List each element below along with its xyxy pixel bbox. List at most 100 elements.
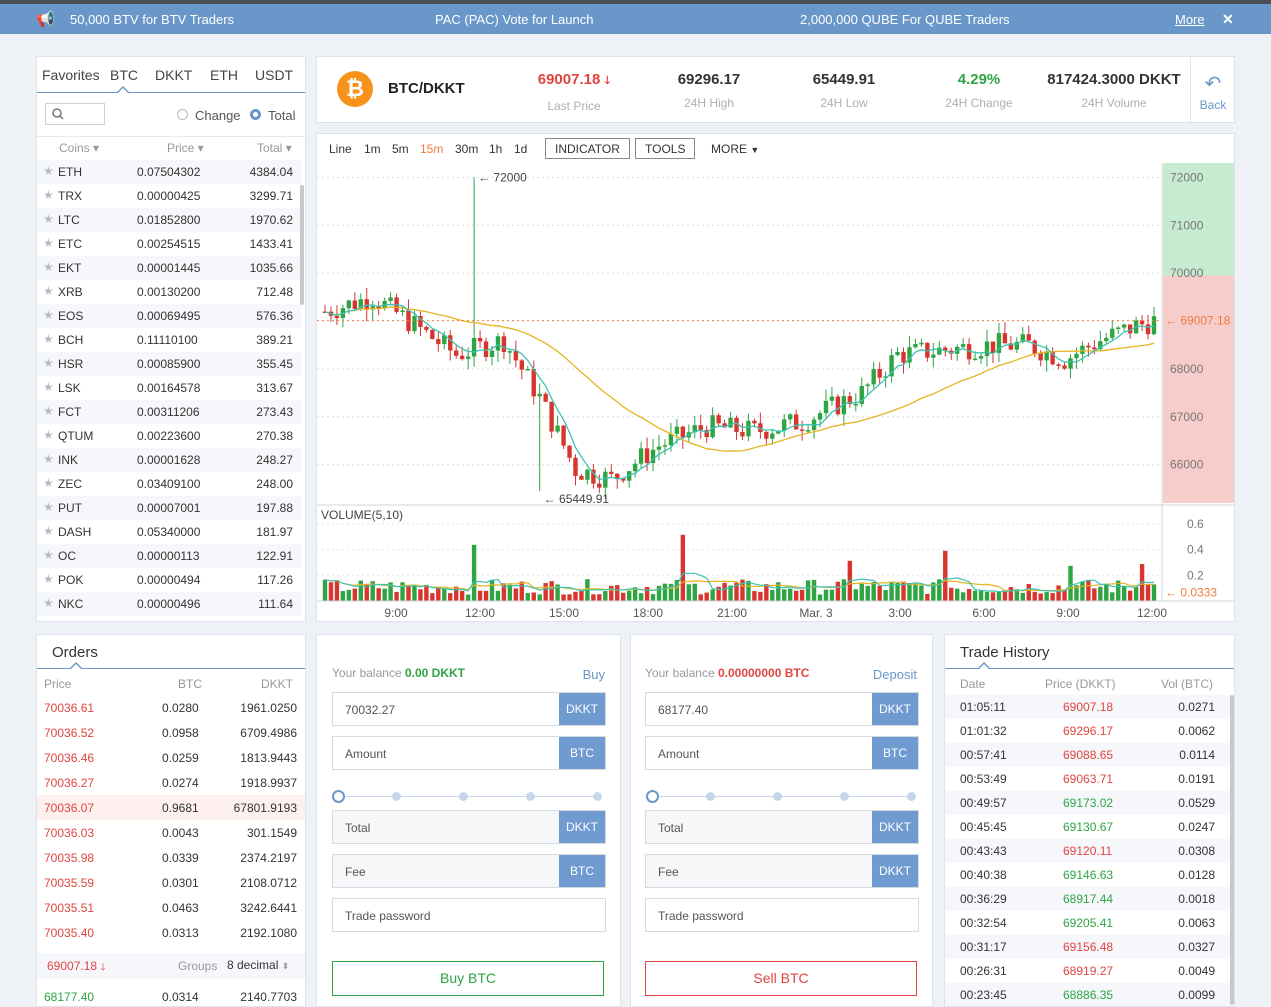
tf-15m[interactable]: 15m: [420, 142, 443, 156]
star-icon[interactable]: ★: [43, 596, 54, 610]
tf-line[interactable]: Line: [329, 142, 352, 156]
market-row[interactable]: ★ POK 0.00000494 117.26: [37, 568, 301, 592]
sell-amount-input[interactable]: Amount BTC: [645, 736, 919, 770]
market-row[interactable]: ★ EKT 0.00001445 1035.66: [37, 256, 301, 280]
star-icon[interactable]: ★: [43, 212, 54, 226]
ask-row[interactable]: 70036.03 0.0043 301.1549: [37, 820, 305, 845]
ask-row[interactable]: 70035.98 0.0339 2374.2197: [37, 845, 305, 870]
star-icon[interactable]: ★: [43, 308, 54, 322]
star-icon[interactable]: ★: [43, 164, 54, 178]
history-scrollbar[interactable]: [1230, 695, 1234, 1005]
search-input[interactable]: [45, 103, 105, 125]
market-row[interactable]: ★ LSK 0.00164578 313.67: [37, 376, 301, 400]
announcement-3[interactable]: 2,000,000 QUBE For QUBE Traders: [800, 12, 1010, 27]
market-row[interactable]: ★ ETH 0.07504302 4384.04: [37, 160, 301, 184]
back-button[interactable]: ↶ Back: [1190, 57, 1235, 122]
sell-slider[interactable]: [646, 790, 916, 804]
star-icon[interactable]: ★: [43, 236, 54, 250]
close-icon[interactable]: ✕: [1222, 11, 1234, 28]
market-row[interactable]: ★ QTUM 0.00223600 270.38: [37, 424, 301, 448]
star-icon[interactable]: ★: [43, 452, 54, 466]
groups-select[interactable]: 8 decimal ⬍: [227, 958, 289, 972]
tab-favorites[interactable]: Favorites: [42, 67, 100, 83]
deposit-link[interactable]: Deposit: [873, 667, 917, 682]
ask-row[interactable]: 70036.61 0.0280 1961.0250: [37, 695, 305, 720]
announcement-2[interactable]: PAC (PAC) Vote for Launch: [435, 12, 593, 27]
tab-btc[interactable]: BTC: [110, 67, 138, 83]
star-icon[interactable]: ★: [43, 260, 54, 274]
buy-amount-input[interactable]: Amount BTC: [332, 736, 606, 770]
buy-price-input[interactable]: 70032.27 DKKT: [332, 692, 606, 726]
star-icon[interactable]: ★: [43, 476, 54, 490]
tab-usdt[interactable]: USDT: [255, 67, 293, 83]
buy-button[interactable]: Buy BTC: [332, 961, 604, 996]
tf-1h[interactable]: 1h: [489, 142, 502, 156]
tf-5m[interactable]: 5m: [392, 142, 409, 156]
buy-slider-handle[interactable]: [332, 790, 345, 803]
ask-row[interactable]: 70036.52 0.0958 6709.4986: [37, 720, 305, 745]
indicator-button[interactable]: INDICATOR: [545, 138, 630, 159]
tf-1d[interactable]: 1d: [514, 142, 527, 156]
market-row[interactable]: ★ FCT 0.00311206 273.43: [37, 400, 301, 424]
ask-row[interactable]: 70035.51 0.0463 3242.6441: [37, 895, 305, 920]
sell-button[interactable]: Sell BTC: [645, 961, 917, 996]
announcement-1[interactable]: 50,000 BTV for BTV Traders: [70, 12, 234, 27]
market-row[interactable]: ★ PUT 0.00007001 197.88: [37, 496, 301, 520]
ask-row[interactable]: 70036.27 0.0274 1918.9937: [37, 770, 305, 795]
tf-1m[interactable]: 1m: [364, 142, 381, 156]
buy-slider[interactable]: [332, 790, 602, 804]
star-icon[interactable]: ★: [43, 524, 54, 538]
ask-row[interactable]: 70035.40 0.0313 2192.1080: [37, 920, 305, 945]
star-icon[interactable]: ★: [43, 188, 54, 202]
col-coins[interactable]: Coins ▾: [59, 141, 99, 155]
star-icon[interactable]: ★: [43, 380, 54, 394]
tab-eth[interactable]: ETH: [210, 67, 238, 83]
volume-bar: [811, 579, 817, 601]
bid-row[interactable]: 68177.40 0.0314 2140.7703: [37, 984, 305, 1006]
market-row[interactable]: ★ OC 0.00000113 122.91: [37, 544, 301, 568]
market-row[interactable]: ★ EOS 0.00069495 576.36: [37, 304, 301, 328]
radio-change[interactable]: [177, 109, 188, 120]
market-row[interactable]: ★ ZEC 0.03409100 248.00: [37, 472, 301, 496]
market-row[interactable]: ★ DASH 0.05340000 181.97: [37, 520, 301, 544]
sell-password-input[interactable]: Trade password: [645, 898, 919, 932]
buy-fee-input[interactable]: Fee BTC: [332, 854, 606, 888]
candle-body: [567, 445, 572, 458]
market-row[interactable]: ★ LTC 0.01852800 1970.62: [37, 208, 301, 232]
market-row[interactable]: ★ INK 0.00001628 248.27: [37, 448, 301, 472]
market-row[interactable]: ★ XRB 0.00130200 712.48: [37, 280, 301, 304]
star-icon[interactable]: ★: [43, 500, 54, 514]
buy-link[interactable]: Buy: [583, 667, 605, 682]
ask-row[interactable]: 70036.07 0.9681 67801.9193: [37, 795, 305, 820]
price-chart[interactable]: 72000 71000 70000 68000 67000 66000 ← 72000 ← 6…: [317, 163, 1234, 621]
sell-price-input[interactable]: 68177.40 DKKT: [645, 692, 919, 726]
market-row[interactable]: ★ TRX 0.00000425 3299.71: [37, 184, 301, 208]
market-row[interactable]: ★ HSR 0.00085900 355.45: [37, 352, 301, 376]
star-icon[interactable]: ★: [43, 284, 54, 298]
star-icon[interactable]: ★: [43, 404, 54, 418]
tf-30m[interactable]: 30m: [455, 142, 478, 156]
tools-button[interactable]: TOOLS: [635, 138, 696, 159]
col-price[interactable]: Price ▾: [167, 141, 204, 155]
market-row[interactable]: ★ BCH 0.11110100 389.21: [37, 328, 301, 352]
star-icon[interactable]: ★: [43, 428, 54, 442]
buy-total-input[interactable]: Total DKKT: [332, 810, 606, 844]
ask-row[interactable]: 70035.59 0.0301 2108.0712: [37, 870, 305, 895]
star-icon[interactable]: ★: [43, 356, 54, 370]
star-icon[interactable]: ★: [43, 332, 54, 346]
buy-password-input[interactable]: Trade password: [332, 898, 606, 932]
radio-total[interactable]: [250, 109, 261, 120]
star-icon[interactable]: ★: [43, 572, 54, 586]
market-scrollbar[interactable]: [300, 185, 304, 305]
sell-total-input[interactable]: Total DKKT: [645, 810, 919, 844]
market-row[interactable]: ★ NKC 0.00000496 111.64: [37, 592, 301, 616]
market-row[interactable]: ★ ETC 0.00254515 1433.41: [37, 232, 301, 256]
star-icon[interactable]: ★: [43, 548, 54, 562]
sell-slider-handle[interactable]: [646, 790, 659, 803]
tab-dkkt[interactable]: DKKT: [155, 67, 192, 83]
ask-row[interactable]: 70036.46 0.0259 1813.9443: [37, 745, 305, 770]
more-dropdown[interactable]: MORE ▼: [711, 142, 759, 156]
more-link[interactable]: More: [1175, 12, 1205, 27]
col-total[interactable]: Total ▾: [257, 141, 292, 155]
sell-fee-input[interactable]: Fee DKKT: [645, 854, 919, 888]
